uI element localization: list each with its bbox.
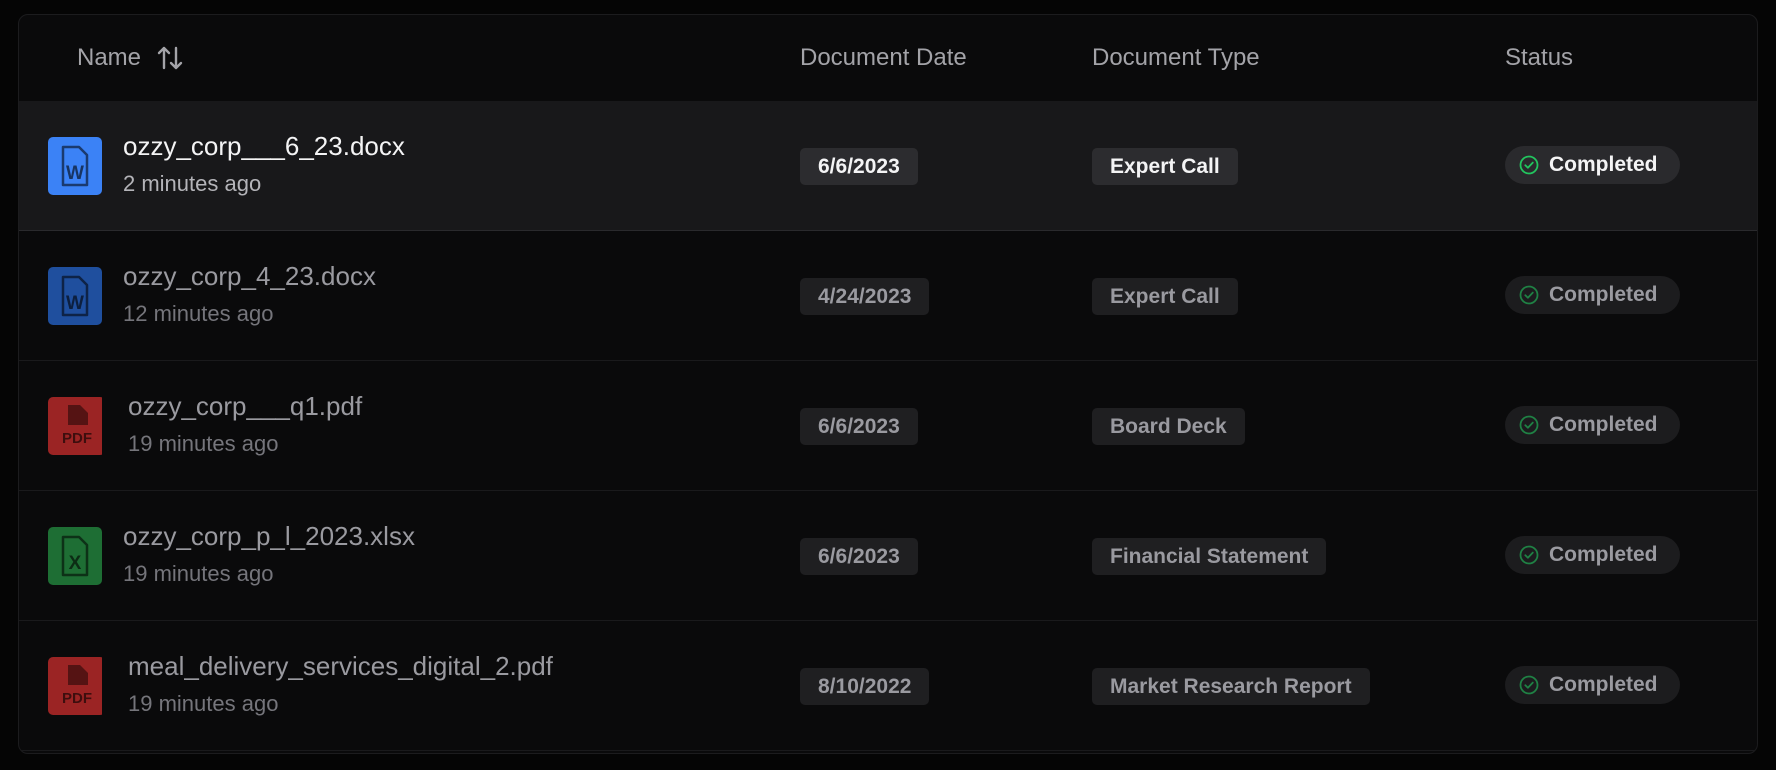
file-type-label: W [66,163,84,184]
document-type-badge: Expert Call [1092,148,1238,185]
table-row[interactable]: PDF meal_delivery_services_digital_2.pdf 1… [19,621,1757,751]
file-name-link[interactable]: meal_delivery_services_digital_2.pdf [128,651,553,682]
status-label: Completed [1549,543,1658,566]
table-row[interactable]: Wozzy_corp_4_23.docx 12 minutes ago 4/24/2… [19,231,1757,361]
sort-arrows-icon[interactable] [157,44,183,72]
check-circle-icon [1519,155,1539,175]
status-label: Completed [1549,283,1658,306]
column-header-status[interactable]: Status [1505,43,1573,73]
status-badge: Completed [1505,666,1680,704]
upload-time: 12 minutes ago [123,301,274,326]
upload-time: 2 minutes ago [123,171,262,196]
table-row[interactable]: Wozzy_corp___6_23.docx 2 minutes ago 6/6/2… [19,101,1757,231]
upload-time: 19 minutes ago [123,561,274,586]
status-label: Completed [1549,413,1658,436]
document-type-badge: Board Deck [1092,408,1245,445]
table-header: Name Document Date Document Type Status [19,15,1757,102]
status-label: Completed [1549,153,1658,176]
document-type-badge: Market Research Report [1092,668,1370,705]
check-circle-icon [1519,675,1539,695]
documents-table: Name Document Date Document Type Status … [18,14,1758,754]
file-name-link[interactable]: ozzy_corp_4_23.docx [123,261,376,292]
table-row[interactable]: PDF ozzy_corp___q1.pdf 19 minutes ago 6/6/2… [19,361,1757,491]
file-type-label: W [66,293,84,314]
column-header-name[interactable]: Name [77,43,183,73]
column-header-name-label: Name [77,44,142,71]
document-date-badge: 4/24/2023 [800,278,930,315]
word-document-icon: W [48,137,102,195]
document-date-badge: 6/6/2023 [800,538,918,575]
status-label: Completed [1549,673,1658,696]
check-circle-icon [1519,415,1539,435]
file-name-link[interactable]: ozzy_corp_p_l_2023.xlsx [123,521,415,552]
file-type-label: PDF [62,690,92,707]
pdf-document-icon: PDF [48,657,102,715]
check-circle-icon [1519,545,1539,565]
check-circle-icon [1519,285,1539,305]
status-badge: Completed [1505,406,1680,444]
file-name-link[interactable]: ozzy_corp___q1.pdf [128,391,362,422]
document-type-badge: Expert Call [1092,278,1238,315]
upload-time: 19 minutes ago [128,431,279,456]
column-header-document-type[interactable]: Document Type [1092,43,1260,73]
document-type-badge: Financial Statement [1092,538,1327,575]
file-type-label: X [69,553,82,574]
file-type-label: PDF [62,430,92,447]
upload-time: 19 minutes ago [128,691,279,716]
status-badge: Completed [1505,146,1680,184]
document-date-badge: 8/10/2022 [800,668,930,705]
status-badge: Completed [1505,536,1680,574]
table-row[interactable]: Xozzy_corp_p_l_2023.xlsx 19 minutes ago 6/… [19,491,1757,621]
document-date-badge: 6/6/2023 [800,408,918,445]
status-badge: Completed [1505,276,1680,314]
document-date-badge: 6/6/2023 [800,148,918,185]
excel-document-icon: X [48,527,102,585]
pdf-document-icon: PDF [48,397,102,455]
column-header-document-date[interactable]: Document Date [800,43,967,73]
word-document-icon: W [48,267,102,325]
file-name-link[interactable]: ozzy_corp___6_23.docx [123,131,405,162]
